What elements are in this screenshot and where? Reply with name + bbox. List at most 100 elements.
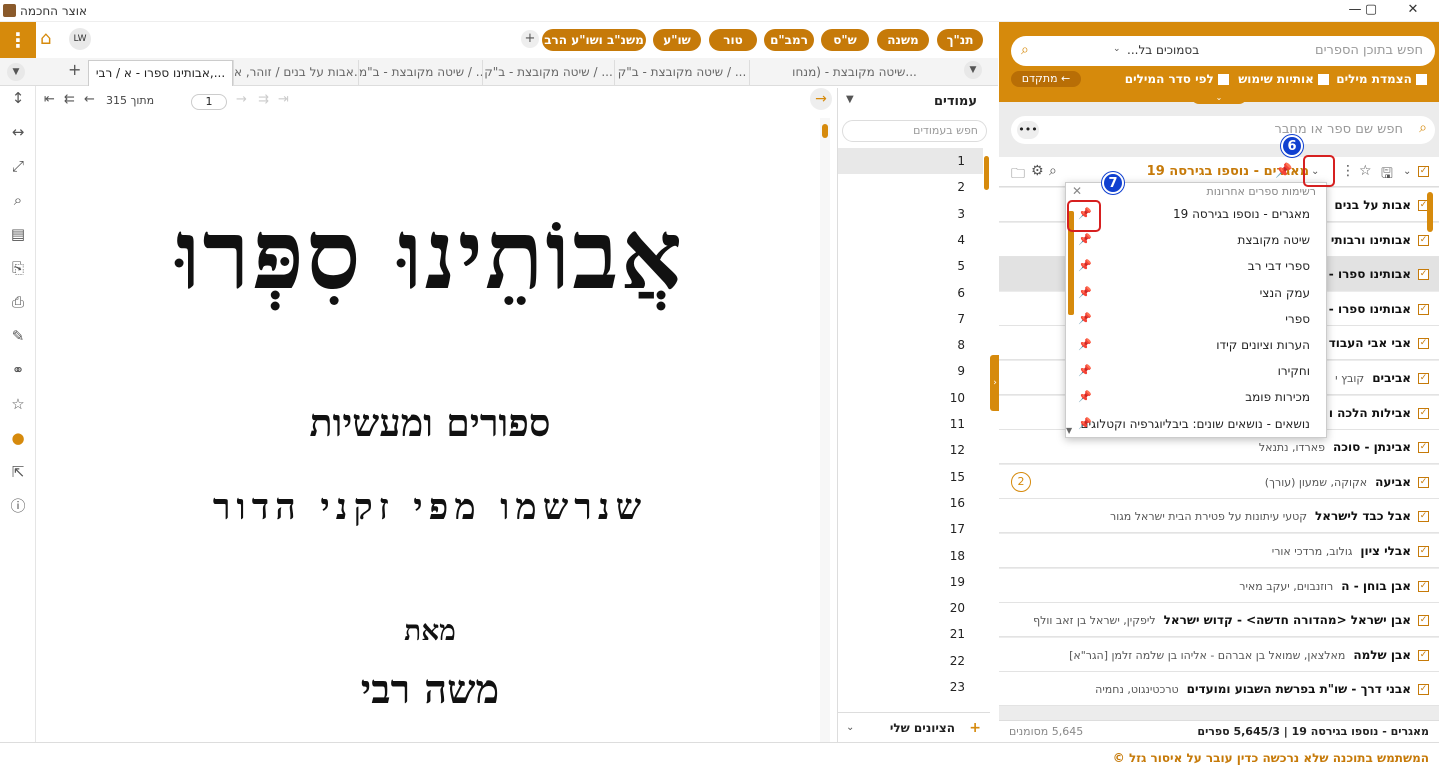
add-bookmark-icon[interactable]: +: [967, 721, 981, 735]
search-expand-tab[interactable]: ⌄: [1191, 92, 1247, 104]
pill-shua[interactable]: שו"ע: [653, 29, 701, 51]
settings-icon[interactable]: ⚙: [1031, 163, 1044, 179]
book-row[interactable]: ✓ אבן בוחן - ה רוזנבוים, יעקב מאיר: [999, 568, 1439, 603]
page-row[interactable]: 22: [838, 648, 983, 674]
home-icon[interactable]: ⌂: [40, 28, 51, 49]
page-row[interactable]: 11: [838, 411, 983, 437]
recent-list-item[interactable]: נושאים - נושאים שונים: ביבליוגרפיה וקטלו…: [1066, 411, 1318, 437]
add-shortcut-button[interactable]: +: [521, 30, 539, 48]
pill-mishna[interactable]: משנה: [877, 29, 929, 51]
pill-tur[interactable]: טור: [709, 29, 757, 51]
recent-list-item[interactable]: ספרי 📌: [1066, 306, 1318, 332]
close-dropdown-icon[interactable]: ✕: [1072, 184, 1082, 198]
page-row[interactable]: 1: [838, 148, 983, 174]
book-checkbox[interactable]: ✓: [1418, 442, 1429, 454]
book-checkbox[interactable]: ✓: [1418, 684, 1429, 696]
filter-search-icon[interactable]: ⌕: [1049, 163, 1057, 179]
recent-list-item[interactable]: מכירות פומב 📌: [1066, 384, 1318, 410]
pill-mishnab[interactable]: משנ"ב ושו"ע הרב: [542, 29, 646, 51]
zoom-icon[interactable]: ⌕: [8, 190, 28, 210]
count-badge[interactable]: 2: [1011, 471, 1031, 492]
page-row[interactable]: 19: [838, 569, 983, 595]
option-word-order-checkbox[interactable]: [1218, 74, 1229, 85]
next-page-icon[interactable]: →: [236, 92, 247, 107]
prev-page-icon[interactable]: ←: [84, 92, 95, 107]
tab-1[interactable]: אבותינו ספרו - א / רבי,...: [88, 60, 233, 86]
toggle-pages-panel-button[interactable]: →: [810, 88, 832, 110]
option-word-adjacency[interactable]: הצמדת מילים: [1336, 72, 1427, 86]
pages-scroll-thumb[interactable]: [984, 156, 989, 190]
page-row[interactable]: 2: [838, 174, 983, 200]
book-row[interactable]: ✓ אביעה אקוקה, שמעון (עורך) 2: [999, 464, 1439, 499]
pin-icon[interactable]: 📌: [1078, 306, 1092, 332]
page-row[interactable]: 9: [838, 358, 983, 384]
book-list-scroll-thumb[interactable]: [1427, 192, 1433, 232]
scope-select[interactable]: בסמוכים בל...: [1127, 43, 1199, 57]
book-checkbox[interactable]: ✓: [1418, 373, 1429, 384]
pin-icon[interactable]: 📌: [1078, 253, 1092, 279]
book-checkbox[interactable]: ✓: [1418, 546, 1429, 557]
option-prefix-letters[interactable]: אותיות שימוש: [1238, 72, 1329, 86]
favorite-star-icon[interactable]: ☆: [1359, 163, 1372, 179]
pin-icon[interactable]: 📌: [1078, 411, 1092, 437]
bookmarks-chevron-icon[interactable]: ⌄: [846, 713, 854, 742]
folder-icon[interactable]: 🗀: [1011, 163, 1025, 187]
bookmarks-bar[interactable]: הציונים שלי + ⌄: [838, 712, 990, 742]
search-icon[interactable]: ⌕: [1021, 42, 1029, 58]
page-row[interactable]: 23: [838, 674, 983, 700]
fullscreen-icon[interactable]: ⤢: [8, 156, 28, 176]
pin-icon[interactable]: 📌: [1078, 332, 1092, 358]
book-row[interactable]: ✓ אבלי ציון גולוב, מרדכי אורי: [999, 534, 1439, 568]
menu-icon[interactable]: ⋮: [0, 22, 36, 58]
page-row[interactable]: 6: [838, 280, 983, 306]
book-checkbox[interactable]: ✓: [1418, 269, 1429, 281]
last-page-icon[interactable]: ⇥: [278, 92, 289, 107]
dropdown-scroll-down-icon[interactable]: ▼: [1066, 426, 1072, 435]
edit-icon[interactable]: ✎: [8, 326, 28, 346]
select-all-checkbox[interactable]: ✓: [1418, 166, 1429, 177]
option-word-adjacency-checkbox[interactable]: [1416, 74, 1427, 85]
pages-collapse-icon[interactable]: ▼: [846, 94, 854, 105]
page-number-input[interactable]: 1: [191, 94, 227, 110]
maximize-button[interactable]: ▢: [1356, 2, 1386, 20]
book-checkbox[interactable]: ✓: [1418, 234, 1429, 246]
tabs-dropdown-icon[interactable]: ▼: [7, 63, 25, 81]
page-row[interactable]: 5: [838, 253, 983, 279]
page-scroll-thumb[interactable]: [822, 124, 828, 138]
pin-icon[interactable]: 📌: [1078, 280, 1092, 306]
recent-list-item[interactable]: עמק הנצי 📌: [1066, 280, 1318, 306]
page-row[interactable]: 10: [838, 385, 983, 411]
pill-tanach[interactable]: תנ"ך: [937, 29, 983, 51]
book-row[interactable]: ✓ אבן שלמה מאלצאן, שמואל בן אברהם - אליהו …: [999, 637, 1439, 672]
page-row[interactable]: 21: [838, 621, 983, 647]
book-row[interactable]: ✓ אבן ישראל <מהדורה חדשה> - קדוש ישראל ליפ…: [999, 603, 1439, 638]
location-pin-icon[interactable]: ●: [8, 428, 28, 448]
fit-height-icon[interactable]: ↕: [8, 88, 28, 108]
option-word-order[interactable]: לפי סדר המילים: [1125, 72, 1229, 86]
book-search-icon[interactable]: ⌕: [1419, 120, 1427, 136]
book-row[interactable]: ✓ אבני דרך - שו"ת בפרשת השבוע ומועדים טרכט…: [999, 672, 1439, 707]
recent-list-item[interactable]: שיטה מקובצת 📌: [1066, 227, 1318, 253]
pin-icon[interactable]: 📌: [1078, 384, 1092, 410]
pill-rambam[interactable]: רמב"ם: [764, 29, 814, 51]
link-icon[interactable]: ⚭: [8, 360, 28, 380]
tab-3[interactable]: שיטה מקובצת - ב"מ / ...: [358, 60, 482, 86]
recent-list-item[interactable]: הערות וציונים קידו 📌: [1066, 332, 1318, 358]
book-search-box[interactable]: ••• חפש שם ספר או מחבר ⌕: [1011, 116, 1435, 144]
page-row[interactable]: 3: [838, 201, 983, 227]
tab-2[interactable]: אבות על בנים / זוהר, א...: [233, 60, 358, 86]
scope-chevron-icon[interactable]: ⌄: [1113, 44, 1121, 54]
book-row[interactable]: ✓ אבל כבד לישראל קטעי עיתונות על פטירת הבי…: [999, 499, 1439, 534]
fit-width-icon[interactable]: ↔: [8, 122, 28, 142]
page-row[interactable]: 20: [838, 595, 983, 621]
prev-ten-icon[interactable]: ⇇: [64, 92, 75, 107]
page-scrollbar[interactable]: [820, 118, 830, 742]
recent-list-item[interactable]: ספרי דבי רב 📌: [1066, 253, 1318, 279]
save-icon[interactable]: 🖫: [1381, 163, 1393, 187]
book-checkbox[interactable]: ✓: [1418, 615, 1429, 627]
new-tab-button[interactable]: +: [68, 60, 81, 79]
recent-list-item[interactable]: וחקירו 📌: [1066, 358, 1318, 384]
more-vert-icon[interactable]: ⋮: [1341, 163, 1355, 179]
open-external-icon[interactable]: ⇱: [8, 462, 28, 482]
print-icon[interactable]: ⎙: [8, 292, 28, 312]
